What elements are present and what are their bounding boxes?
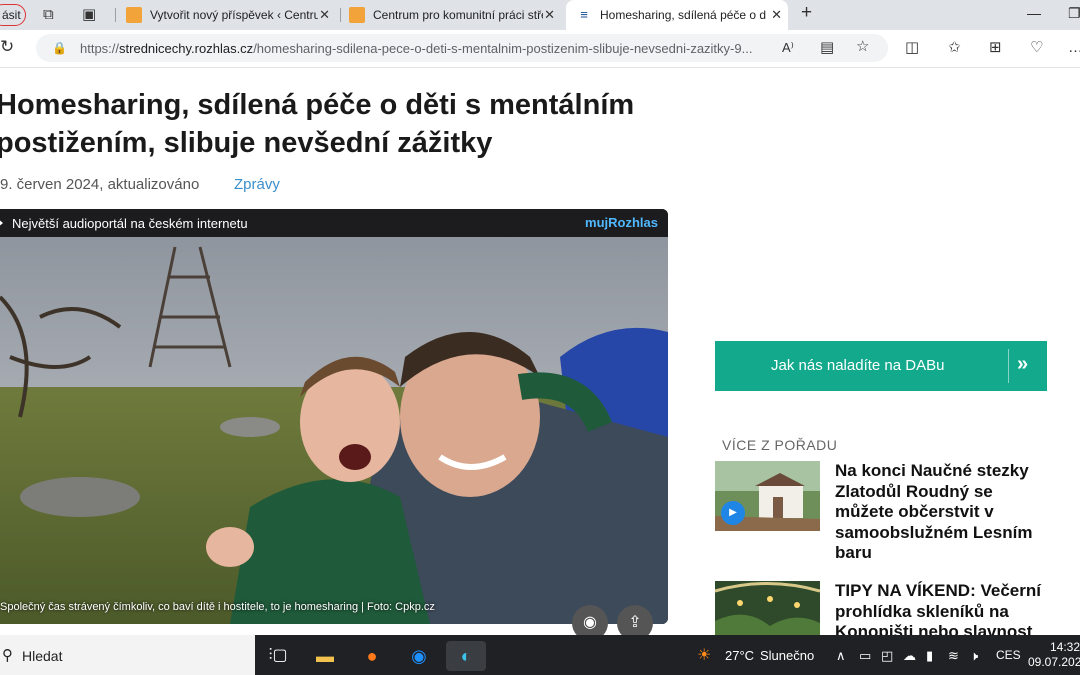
immersive-reader-icon[interactable]: ▤ — [820, 40, 834, 56]
tab-homesharing[interactable]: ≡ Homesharing, sdílená péče o dět ✕ — [566, 0, 788, 30]
meet-icon[interactable]: ◰ — [881, 648, 893, 664]
section-title: VÍCE Z POŘADU — [722, 437, 838, 453]
edge-icon[interactable]: ◐ — [446, 641, 486, 671]
favorites-icon[interactable]: ✩ — [948, 40, 961, 56]
url-scheme: https:// — [80, 41, 120, 56]
tab-label: Vytvořit nový příspěvek ‹ Centrum — [150, 8, 318, 22]
browser-toolbar: ↻ 🔒 https://strednicechy.rozhlas.cz/home… — [0, 30, 1080, 68]
tab-separator — [115, 8, 116, 22]
url-host: strednicechy.rozhlas.cz — [119, 41, 254, 56]
weather-temp[interactable]: 27°C — [725, 648, 754, 663]
taskbar-search[interactable]: ⚲ Hledat — [0, 635, 255, 675]
related-article[interactable]: ▶ Na konci Naučné stezky Zlatodůl Roudný… — [715, 461, 1045, 571]
mujrozhlas-logo[interactable]: mujRozhlas — [585, 215, 658, 230]
related-article-title[interactable]: TIPY NA VÍKEND: Večerní prohlídka sklení… — [835, 581, 1050, 635]
document-favicon-icon: ≡ — [576, 7, 592, 23]
language-indicator[interactable]: CES — [996, 648, 1021, 662]
player-bar: Největší audioportál na českém internetu… — [0, 209, 668, 237]
read-aloud-icon[interactable]: A⁾ — [782, 40, 794, 56]
tab-partial[interactable]: ásit — [0, 0, 30, 30]
article-thumbnail[interactable]: ▶ — [715, 461, 820, 531]
browser-essentials-icon[interactable]: ♡ — [1030, 40, 1043, 56]
audio-player[interactable]: Největší audioportál na českém internetu… — [0, 209, 668, 624]
screen: ásit ⧉ ▣ Vytvořit nový příspěvek ‹ Centr… — [0, 0, 1080, 675]
workspaces-icon[interactable]: ⧉ — [43, 7, 54, 23]
wifi-icon[interactable]: ≋ — [948, 648, 959, 664]
url-path: /homesharing-sdilena-pece-o-deti-s-menta… — [253, 41, 753, 56]
clock-time: 14:32 — [1049, 640, 1080, 654]
search-label: Hledat — [22, 648, 63, 664]
onedrive-icon[interactable]: ☁ — [903, 648, 916, 664]
related-article[interactable]: TIPY NA VÍKEND: Večerní prohlídka sklení… — [715, 581, 1045, 651]
firefox-icon[interactable]: ● — [352, 641, 392, 671]
play-icon[interactable]: ▶ — [721, 501, 745, 525]
weather-condition[interactable]: Slunečno — [760, 648, 814, 663]
url-text[interactable]: https://strednicechy.rozhlas.cz/homeshar… — [80, 41, 780, 56]
tab-actions-icon[interactable]: ▣ — [82, 7, 96, 23]
restore-icon[interactable]: ❐ — [1068, 5, 1080, 22]
weather-sun-icon[interactable]: ☀ — [697, 645, 711, 665]
search-icon: ⚲ — [2, 647, 13, 664]
dab-tuning-button[interactable]: Jak nás naladíte na DABu » — [715, 341, 1047, 391]
thunderbird-icon[interactable]: ◉ — [399, 641, 439, 671]
article-photo — [0, 237, 668, 624]
tab-cpkp[interactable]: Centrum pro komunitní práci střed ✕ — [345, 0, 561, 30]
volume-mute-icon[interactable]: 🕨 — [970, 648, 978, 664]
split-screen-icon[interactable]: ◫ — [905, 40, 919, 56]
chevron-up-icon[interactable]: ∧ — [836, 648, 846, 664]
related-article-title[interactable]: Na konci Naučné stezky Zlatodůl Roudný s… — [835, 461, 1050, 564]
tab-strip: ásit ⧉ ▣ Vytvořit nový příspěvek ‹ Centr… — [0, 0, 1080, 30]
device-icon[interactable]: ▭ — [859, 648, 871, 664]
close-tab-icon[interactable]: ✕ — [544, 7, 555, 23]
tab-separator — [340, 8, 341, 22]
battery-icon[interactable]: ▮ — [926, 648, 933, 664]
play-small-icon[interactable] — [0, 218, 3, 228]
clock[interactable]: 14:32 09.07.2024 — [1028, 640, 1080, 670]
clock-date: 09.07.2024 — [1028, 655, 1080, 669]
file-explorer-icon[interactable]: ▬ — [305, 641, 345, 671]
article-title: Homesharing, sdílená péče o děti s mentá… — [0, 89, 635, 159]
favorite-star-icon[interactable]: ☆ — [856, 39, 869, 55]
tab-label: Centrum pro komunitní práci střed — [373, 8, 543, 22]
photo-caption: Společný čas strávený čímkoliv, co baví … — [0, 601, 435, 613]
close-tab-icon[interactable]: ✕ — [771, 7, 782, 23]
new-tab-icon[interactable]: + — [801, 3, 812, 22]
player-bar-label: Největší audioportál na českém internetu — [12, 216, 248, 231]
minimize-icon[interactable]: — — [1027, 5, 1041, 21]
tab-wordpress[interactable]: Vytvořit nový příspěvek ‹ Centrum ✕ — [122, 0, 336, 30]
site-favicon-icon — [126, 7, 142, 23]
article-date: 9. červen 2024, aktualizováno — [0, 176, 200, 193]
task-view-icon[interactable]: ⫶▢ — [258, 641, 298, 671]
windows-taskbar: ⚲ Hledat ⫶▢ ▬ ● ◉ ◐ ☀ 27°C Slunečno ∧ ▭ … — [0, 635, 1080, 675]
dab-button-label: Jak nás naladíte na DABu — [771, 357, 945, 374]
collections-icon[interactable]: ⊞ — [989, 40, 1002, 56]
double-chevron-right-icon: » — [1017, 353, 1029, 375]
tab-label: Homesharing, sdílená péče o dět — [600, 8, 766, 22]
more-icon[interactable]: … — [1068, 40, 1080, 56]
button-divider — [1008, 349, 1009, 383]
photo-illustration — [0, 237, 668, 624]
highlight-circle — [0, 4, 26, 26]
site-favicon-icon — [349, 7, 365, 23]
close-tab-icon[interactable]: ✕ — [319, 7, 330, 23]
article-category-link[interactable]: Zprávy — [234, 176, 280, 193]
address-bar[interactable]: 🔒 https://strednicechy.rozhlas.cz/homesh… — [36, 34, 888, 62]
lock-icon[interactable]: 🔒 — [52, 40, 67, 56]
refresh-icon[interactable]: ↻ — [0, 38, 14, 55]
